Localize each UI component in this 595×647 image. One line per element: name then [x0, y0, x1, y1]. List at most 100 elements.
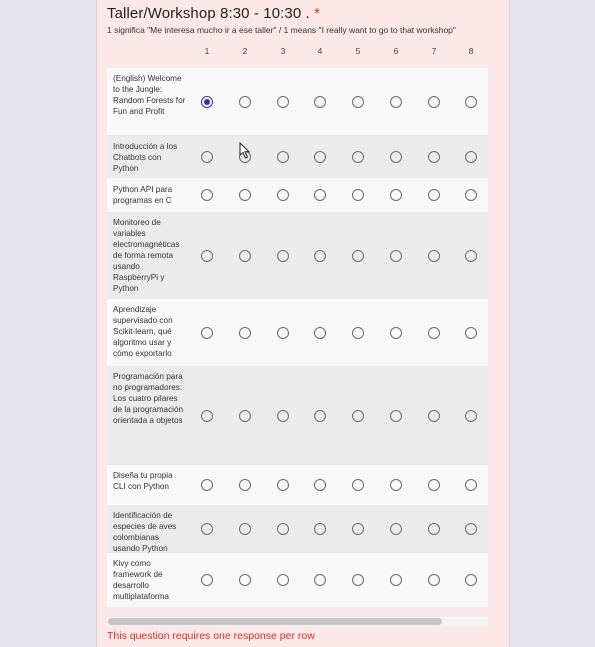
radio-option-6[interactable]: [390, 150, 402, 163]
radio-option-2[interactable]: [239, 249, 251, 262]
row-label: Monitoreo de variables electromagnéticas…: [113, 218, 180, 293]
radio-option-1[interactable]: [201, 150, 213, 163]
radio-option-8[interactable]: [465, 95, 477, 108]
radio-option-2[interactable]: [239, 95, 251, 108]
radio-option-7[interactable]: [428, 249, 440, 262]
radio-option-5[interactable]: [352, 150, 364, 163]
radio-option-4[interactable]: [314, 523, 326, 535]
radio-option-1[interactable]: [201, 523, 213, 535]
radio-option-8[interactable]: [465, 150, 477, 163]
radio-option-5[interactable]: [352, 523, 364, 535]
radio-option-3[interactable]: [277, 95, 289, 108]
radio-option-4[interactable]: [314, 574, 326, 586]
radio-option-2[interactable]: [239, 523, 251, 535]
radio-option-1[interactable]: [201, 326, 213, 339]
radio-option-7[interactable]: [428, 150, 440, 163]
radio-option-5[interactable]: [352, 574, 364, 586]
radio-option-8[interactable]: [465, 479, 477, 491]
radio-option-7[interactable]: [428, 574, 440, 586]
radio-option-6[interactable]: [390, 523, 402, 535]
row-label: Diseña tu propia CLI con Python: [113, 471, 173, 491]
radio-option-1[interactable]: [201, 189, 213, 201]
radio-option-3[interactable]: [277, 523, 289, 535]
radio-option-2[interactable]: [239, 409, 251, 422]
column-header-6: 6: [393, 46, 399, 56]
radio-option-8[interactable]: [465, 523, 477, 535]
radio-option-1[interactable]: [201, 409, 213, 422]
radio-option-5[interactable]: [352, 326, 364, 339]
radio-option-3[interactable]: [277, 574, 289, 586]
radio-option-4[interactable]: [314, 479, 326, 491]
radio-option-4[interactable]: [314, 409, 326, 422]
radio-option-3[interactable]: [277, 409, 289, 422]
grid-row: Diseña tu propia CLI con Python: [107, 465, 488, 505]
radio-option-3[interactable]: [277, 249, 289, 262]
radio-option-8[interactable]: [465, 574, 477, 586]
radio-option-5[interactable]: [352, 95, 364, 108]
horizontal-scrollbar[interactable]: [107, 617, 488, 626]
radio-option-5[interactable]: [352, 189, 364, 201]
radio-option-6[interactable]: [390, 249, 402, 262]
grid-row: Kivy como framework de desarrollo multip…: [107, 553, 488, 607]
column-header-7: 7: [431, 46, 437, 56]
row-label: Identificación de especies de aves colom…: [113, 511, 177, 553]
radio-option-5[interactable]: [352, 479, 364, 491]
radio-option-6[interactable]: [390, 409, 402, 422]
radio-option-4[interactable]: [314, 326, 326, 339]
radio-option-1[interactable]: [201, 249, 213, 262]
column-header-5: 5: [355, 46, 361, 56]
radio-option-3[interactable]: [277, 479, 289, 491]
grid-row: Identificación de especies de aves colom…: [107, 505, 488, 553]
column-header-2: 2: [242, 46, 248, 56]
radio-option-7[interactable]: [428, 523, 440, 535]
grid-row: Aprendizaje supervisado con Scikit-learn…: [107, 299, 488, 366]
radio-option-7[interactable]: [428, 326, 440, 339]
radio-option-5[interactable]: [352, 409, 364, 422]
column-header-4: 4: [317, 46, 323, 56]
hand-pointer-icon: [239, 142, 251, 159]
radio-option-6[interactable]: [390, 574, 402, 586]
radio-option-7[interactable]: [428, 479, 440, 491]
row-label: Python API para programas en C: [113, 185, 173, 205]
radio-option-2[interactable]: [239, 574, 251, 586]
radio-option-8[interactable]: [465, 409, 477, 422]
radio-option-6[interactable]: [390, 326, 402, 339]
radio-option-3[interactable]: [277, 326, 289, 339]
radio-option-3[interactable]: [277, 189, 289, 201]
required-asterisk: *: [314, 5, 321, 22]
radio-option-6[interactable]: [390, 95, 402, 108]
column-header-3: 3: [280, 46, 286, 56]
row-label: Programación para no programadores: Los …: [113, 372, 184, 425]
radio-option-8[interactable]: [465, 249, 477, 262]
column-header-1: 1: [204, 46, 210, 56]
radio-option-6[interactable]: [390, 479, 402, 491]
question-title: Taller/Workshop 8:30 - 10:30 . *: [107, 5, 321, 22]
radio-option-5[interactable]: [352, 249, 364, 262]
radio-option-7[interactable]: [428, 95, 440, 108]
radio-option-4[interactable]: [314, 150, 326, 163]
radio-option-1[interactable]: [201, 95, 213, 108]
radio-option-4[interactable]: [314, 189, 326, 201]
radio-option-8[interactable]: [465, 326, 477, 339]
radio-option-3[interactable]: [277, 150, 289, 163]
row-label: Kivy como framework de desarrollo multip…: [113, 559, 169, 601]
error-message: This question requires one response per …: [107, 630, 315, 642]
grid-row: (English) Welcome to the Jungle: Random …: [107, 68, 488, 135]
grid-row: Programación para no programadores: Los …: [107, 366, 488, 465]
scrollbar-thumb[interactable]: [108, 618, 442, 625]
radio-option-7[interactable]: [428, 189, 440, 201]
radio-option-7[interactable]: [428, 409, 440, 422]
grid-row: Monitoreo de variables electromagnéticas…: [107, 212, 488, 299]
row-label: Introducción a los Chatbots con Python: [113, 142, 178, 173]
radio-option-2[interactable]: [239, 189, 251, 201]
row-label: (English) Welcome to the Jungle: Random …: [113, 74, 186, 116]
radio-option-4[interactable]: [314, 95, 326, 108]
radio-option-1[interactable]: [201, 479, 213, 491]
radio-option-8[interactable]: [465, 189, 477, 201]
radio-option-1[interactable]: [201, 574, 213, 586]
radio-option-2[interactable]: [239, 326, 251, 339]
question-description: 1 significa "Me interesa mucho ir a ese …: [107, 25, 456, 35]
radio-option-6[interactable]: [390, 189, 402, 201]
radio-option-2[interactable]: [239, 479, 251, 491]
radio-option-4[interactable]: [314, 249, 326, 262]
